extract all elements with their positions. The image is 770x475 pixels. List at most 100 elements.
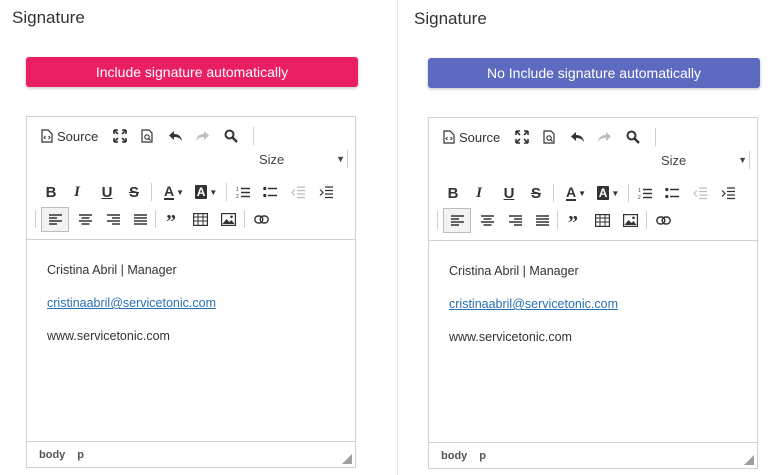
- editor-toolbar: Source Size ▼ B I U S A ▼ A ▼ 1 2 ”: [429, 118, 757, 241]
- svg-text:1: 1: [236, 187, 239, 193]
- element-path-p[interactable]: p: [77, 449, 84, 461]
- preview-icon: [542, 130, 555, 144]
- signature-email-link[interactable]: cristinaabril@servicetonic.com: [449, 297, 618, 311]
- resize-grip-icon[interactable]: [744, 455, 754, 465]
- italic-icon: I: [74, 183, 80, 200]
- strikethrough-icon: S: [128, 183, 139, 201]
- maximize-button[interactable]: [111, 125, 129, 147]
- italic-icon: I: [476, 184, 482, 201]
- redo-button[interactable]: [595, 126, 613, 148]
- align-right-icon: [106, 213, 120, 225]
- bulleted-list-button[interactable]: [261, 181, 279, 203]
- maximize-button[interactable]: [513, 126, 531, 148]
- increase-indent-button[interactable]: [719, 182, 737, 204]
- source-button[interactable]: Source: [41, 125, 98, 147]
- image-button[interactable]: [621, 209, 639, 231]
- find-button[interactable]: [624, 126, 642, 148]
- link-button[interactable]: [654, 209, 672, 231]
- decrease-indent-button[interactable]: [691, 182, 709, 204]
- toolbar-separator: [226, 183, 227, 201]
- maximize-icon: [515, 130, 529, 144]
- align-left-button[interactable]: [41, 207, 69, 232]
- italic-button[interactable]: I: [471, 182, 487, 204]
- find-button[interactable]: [222, 125, 240, 147]
- editor-toolbar: Source Size ▼ B I U S A ▼ A ▼ 1 2 ”: [27, 117, 355, 240]
- font-size-select[interactable]: Size ▼: [661, 149, 751, 171]
- signature-panel-no-include: Signature No Include signature automatic…: [398, 0, 770, 475]
- strikethrough-button[interactable]: S: [528, 182, 544, 204]
- undo-button[interactable]: [568, 126, 586, 148]
- table-icon: [192, 212, 208, 226]
- editor-content[interactable]: Cristina Abril | Manager cristinaabril@s…: [449, 264, 618, 363]
- chevron-down-icon: ▼: [738, 155, 747, 165]
- bulleted-list-button[interactable]: [663, 182, 681, 204]
- toolbar-separator: [655, 128, 656, 146]
- toolbar-separator: [557, 211, 558, 229]
- align-right-button[interactable]: [105, 208, 121, 230]
- decrease-indent-button[interactable]: [289, 181, 307, 203]
- image-button[interactable]: [219, 208, 237, 230]
- justify-button[interactable]: [534, 209, 550, 231]
- underline-button[interactable]: U: [501, 182, 517, 204]
- svg-text:1: 1: [638, 188, 641, 194]
- preview-button[interactable]: [138, 125, 156, 147]
- strikethrough-icon: S: [530, 184, 541, 202]
- blockquote-button[interactable]: ”: [162, 208, 180, 232]
- toolbar-separator: [155, 210, 156, 228]
- signature-panel-include: Signature Include signature automaticall…: [0, 0, 397, 475]
- outdent-icon: [693, 186, 707, 199]
- numbered-list-button[interactable]: 12: [234, 181, 252, 203]
- element-path-p[interactable]: p: [479, 450, 486, 462]
- font-size-select[interactable]: Size ▼: [259, 148, 349, 170]
- align-left-button[interactable]: [443, 208, 471, 233]
- text-color-button[interactable]: A ▼: [563, 182, 589, 204]
- bold-button[interactable]: B: [445, 182, 461, 204]
- resize-grip-icon[interactable]: [342, 454, 352, 464]
- signature-email-link[interactable]: cristinaabril@servicetonic.com: [47, 296, 216, 310]
- redo-button[interactable]: [193, 125, 211, 147]
- chevron-down-icon: ▼: [611, 188, 620, 198]
- editor-content[interactable]: Cristina Abril | Manager cristinaabril@s…: [47, 263, 216, 362]
- underline-button[interactable]: U: [99, 181, 115, 203]
- link-button[interactable]: [252, 208, 270, 230]
- toolbar-separator: [35, 210, 36, 228]
- text-color-icon: A: [163, 183, 175, 200]
- background-color-icon: A: [194, 185, 208, 199]
- align-right-button[interactable]: [507, 209, 523, 231]
- background-color-button[interactable]: A ▼: [193, 181, 219, 203]
- chevron-down-icon: ▼: [209, 187, 218, 197]
- numbered-list-icon: 12: [638, 188, 652, 200]
- font-size-label: Size: [661, 152, 687, 168]
- text-color-button[interactable]: A ▼: [161, 181, 187, 203]
- svg-text:2: 2: [638, 195, 641, 200]
- numbered-list-button[interactable]: 12: [636, 182, 654, 204]
- undo-button[interactable]: [166, 125, 184, 147]
- editor-statusbar: body p: [429, 442, 757, 468]
- outdent-icon: [291, 185, 305, 198]
- strikethrough-button[interactable]: S: [126, 181, 142, 203]
- element-path-body[interactable]: body: [39, 449, 65, 461]
- bold-button[interactable]: B: [43, 181, 59, 203]
- align-left-icon: [48, 214, 62, 225]
- element-path-body[interactable]: body: [441, 450, 467, 462]
- toolbar-separator: [437, 211, 438, 229]
- link-icon: [655, 215, 671, 225]
- no-include-signature-button[interactable]: No Include signature automatically: [428, 58, 760, 88]
- source-icon: [41, 129, 53, 143]
- blockquote-button[interactable]: ”: [564, 209, 582, 233]
- include-signature-button[interactable]: Include signature automatically: [26, 57, 358, 87]
- signature-website: www.servicetonic.com: [449, 330, 572, 344]
- table-button[interactable]: [191, 208, 209, 230]
- increase-indent-button[interactable]: [317, 181, 335, 203]
- preview-button[interactable]: [540, 126, 558, 148]
- indent-icon: [319, 185, 333, 198]
- italic-button[interactable]: I: [69, 181, 85, 203]
- signature-name-line: Cristina Abril | Manager: [449, 264, 579, 278]
- align-center-button[interactable]: [479, 209, 495, 231]
- align-center-button[interactable]: [77, 208, 93, 230]
- align-justify-icon: [535, 214, 549, 226]
- justify-button[interactable]: [132, 208, 148, 230]
- background-color-button[interactable]: A ▼: [595, 182, 621, 204]
- source-button[interactable]: Source: [443, 126, 500, 148]
- table-button[interactable]: [593, 209, 611, 231]
